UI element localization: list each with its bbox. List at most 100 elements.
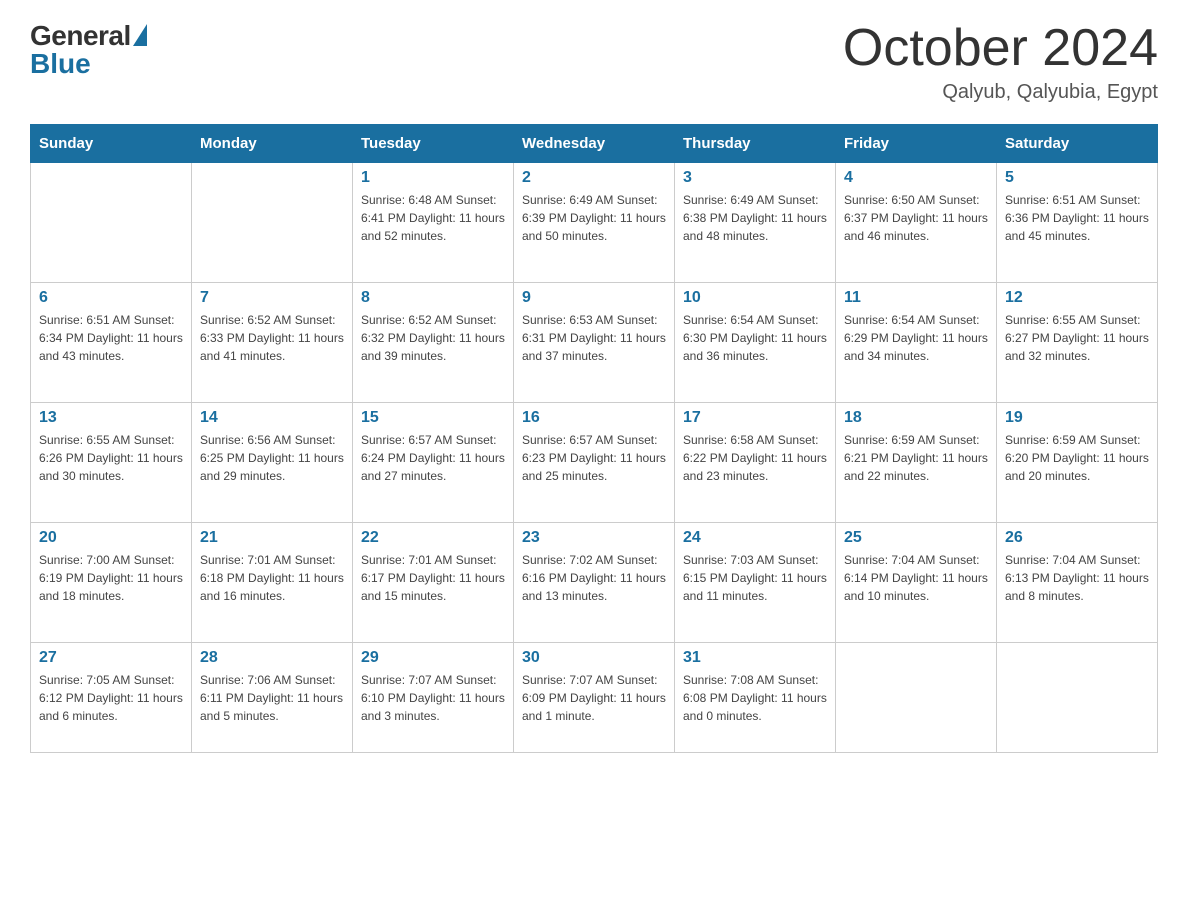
calendar-cell: 29Sunrise: 7:07 AM Sunset: 6:10 PM Dayli… xyxy=(353,643,514,753)
day-number: 25 xyxy=(844,529,988,547)
calendar-body: 1 Sunrise: 6:48 AM Sunset: 6:41 PM Daylig… xyxy=(31,163,1158,753)
calendar-cell: 16 Sunrise: 6:57 AM Sunset: 6:23 PM Dayli… xyxy=(514,403,675,523)
day-info: Sunrise: 6:52 AM Sunset: 6:33 PM Dayligh… xyxy=(200,311,344,365)
day-info: Sunrise: 7:00 AM Sunset: 6:19 PM Dayligh… xyxy=(39,551,183,605)
calendar-cell: 8Sunrise: 6:52 AM Sunset: 6:32 PM Daylig… xyxy=(353,283,514,403)
day-info: Sunrise: 6:49 AM Sunset: 6:39 PM Dayligh… xyxy=(522,191,666,245)
day-number: 11 xyxy=(844,289,988,307)
calendar-week-row: 6 Sunrise: 6:51 AM Sunset: 6:34 PM Daylig… xyxy=(31,283,1158,403)
calendar-week-row: 27 Sunrise: 7:05 AM Sunset: 6:12 PM Dayli… xyxy=(31,643,1158,753)
day-number: 26 xyxy=(1005,529,1149,547)
calendar-cell: 25Sunrise: 7:04 AM Sunset: 6:14 PM Dayli… xyxy=(836,523,997,643)
header-day-monday: Monday xyxy=(192,125,353,163)
day-info: Sunrise: 6:59 AM Sunset: 6:21 PM Dayligh… xyxy=(844,431,988,485)
day-info: Sunrise: 7:02 AM Sunset: 6:16 PM Dayligh… xyxy=(522,551,666,605)
calendar-cell: 30 Sunrise: 7:07 AM Sunset: 6:09 PM Dayli… xyxy=(514,643,675,753)
day-info: Sunrise: 6:56 AM Sunset: 6:25 PM Dayligh… xyxy=(200,431,344,485)
header-day-saturday: Saturday xyxy=(997,125,1158,163)
calendar-cell: 15Sunrise: 6:57 AM Sunset: 6:24 PM Dayli… xyxy=(353,403,514,523)
calendar-cell: 11 Sunrise: 6:54 AM Sunset: 6:29 PM Dayli… xyxy=(836,283,997,403)
day-number: 24 xyxy=(683,529,827,547)
day-number: 13 xyxy=(39,409,183,427)
calendar-cell: 19Sunrise: 6:59 AM Sunset: 6:20 PM Dayli… xyxy=(997,403,1158,523)
month-title: October 2024 xyxy=(843,20,1158,77)
calendar-cell: 23Sunrise: 7:02 AM Sunset: 6:16 PM Dayli… xyxy=(514,523,675,643)
day-info: Sunrise: 7:07 AM Sunset: 6:09 PM Dayligh… xyxy=(522,671,666,725)
logo: General Blue xyxy=(30,20,147,80)
calendar-cell: 27 Sunrise: 7:05 AM Sunset: 6:12 PM Dayli… xyxy=(31,643,192,753)
day-number: 30 xyxy=(522,649,666,667)
calendar-cell: 1 Sunrise: 6:48 AM Sunset: 6:41 PM Daylig… xyxy=(353,163,514,283)
header-row: SundayMondayTuesdayWednesdayThursdayFrid… xyxy=(31,125,1158,163)
day-number: 3 xyxy=(683,169,827,187)
calendar-cell: 12 Sunrise: 6:55 AM Sunset: 6:27 PM Dayli… xyxy=(997,283,1158,403)
day-info: Sunrise: 6:51 AM Sunset: 6:36 PM Dayligh… xyxy=(1005,191,1149,245)
day-number: 5 xyxy=(1005,169,1149,187)
day-number: 2 xyxy=(522,169,666,187)
calendar-cell: 6 Sunrise: 6:51 AM Sunset: 6:34 PM Daylig… xyxy=(31,283,192,403)
day-info: Sunrise: 6:58 AM Sunset: 6:22 PM Dayligh… xyxy=(683,431,827,485)
location-text: Qalyub, Qalyubia, Egypt xyxy=(843,81,1158,104)
day-info: Sunrise: 6:55 AM Sunset: 6:26 PM Dayligh… xyxy=(39,431,183,485)
calendar-cell: 26 Sunrise: 7:04 AM Sunset: 6:13 PM Dayli… xyxy=(997,523,1158,643)
logo-triangle-icon xyxy=(133,24,147,46)
day-info: Sunrise: 7:07 AM Sunset: 6:10 PM Dayligh… xyxy=(361,671,505,725)
day-info: Sunrise: 6:57 AM Sunset: 6:23 PM Dayligh… xyxy=(522,431,666,485)
logo-blue-text: Blue xyxy=(30,48,91,80)
header-day-tuesday: Tuesday xyxy=(353,125,514,163)
calendar-cell xyxy=(836,643,997,753)
calendar-cell: 18 Sunrise: 6:59 AM Sunset: 6:21 PM Dayli… xyxy=(836,403,997,523)
day-info: Sunrise: 7:06 AM Sunset: 6:11 PM Dayligh… xyxy=(200,671,344,725)
day-number: 27 xyxy=(39,649,183,667)
day-info: Sunrise: 6:53 AM Sunset: 6:31 PM Dayligh… xyxy=(522,311,666,365)
day-info: Sunrise: 6:55 AM Sunset: 6:27 PM Dayligh… xyxy=(1005,311,1149,365)
day-number: 9 xyxy=(522,289,666,307)
day-info: Sunrise: 7:01 AM Sunset: 6:18 PM Dayligh… xyxy=(200,551,344,605)
calendar-cell: 17 Sunrise: 6:58 AM Sunset: 6:22 PM Dayli… xyxy=(675,403,836,523)
calendar-cell: 28Sunrise: 7:06 AM Sunset: 6:11 PM Dayli… xyxy=(192,643,353,753)
day-number: 12 xyxy=(1005,289,1149,307)
calendar-cell: 13 Sunrise: 6:55 AM Sunset: 6:26 PM Dayli… xyxy=(31,403,192,523)
day-info: Sunrise: 7:03 AM Sunset: 6:15 PM Dayligh… xyxy=(683,551,827,605)
day-info: Sunrise: 6:48 AM Sunset: 6:41 PM Dayligh… xyxy=(361,191,505,245)
calendar-cell: 21 Sunrise: 7:01 AM Sunset: 6:18 PM Dayli… xyxy=(192,523,353,643)
day-info: Sunrise: 6:49 AM Sunset: 6:38 PM Dayligh… xyxy=(683,191,827,245)
calendar-week-row: 1 Sunrise: 6:48 AM Sunset: 6:41 PM Daylig… xyxy=(31,163,1158,283)
calendar-week-row: 13 Sunrise: 6:55 AM Sunset: 6:26 PM Dayli… xyxy=(31,403,1158,523)
day-info: Sunrise: 6:51 AM Sunset: 6:34 PM Dayligh… xyxy=(39,311,183,365)
day-number: 6 xyxy=(39,289,183,307)
day-number: 14 xyxy=(200,409,344,427)
calendar-cell: 14 Sunrise: 6:56 AM Sunset: 6:25 PM Dayli… xyxy=(192,403,353,523)
day-number: 19 xyxy=(1005,409,1149,427)
title-section: October 2024 Qalyub, Qalyubia, Egypt xyxy=(843,20,1158,104)
day-number: 4 xyxy=(844,169,988,187)
calendar-cell xyxy=(997,643,1158,753)
day-number: 15 xyxy=(361,409,505,427)
day-number: 1 xyxy=(361,169,505,187)
calendar-header: SundayMondayTuesdayWednesdayThursdayFrid… xyxy=(31,125,1158,163)
day-info: Sunrise: 6:54 AM Sunset: 6:30 PM Dayligh… xyxy=(683,311,827,365)
day-number: 31 xyxy=(683,649,827,667)
day-number: 18 xyxy=(844,409,988,427)
day-number: 21 xyxy=(200,529,344,547)
day-info: Sunrise: 6:52 AM Sunset: 6:32 PM Dayligh… xyxy=(361,311,505,365)
header-day-wednesday: Wednesday xyxy=(514,125,675,163)
calendar-table: SundayMondayTuesdayWednesdayThursdayFrid… xyxy=(30,124,1158,753)
day-number: 20 xyxy=(39,529,183,547)
calendar-cell: 10Sunrise: 6:54 AM Sunset: 6:30 PM Dayli… xyxy=(675,283,836,403)
calendar-cell: 3 Sunrise: 6:49 AM Sunset: 6:38 PM Daylig… xyxy=(675,163,836,283)
day-info: Sunrise: 7:05 AM Sunset: 6:12 PM Dayligh… xyxy=(39,671,183,725)
day-info: Sunrise: 7:08 AM Sunset: 6:08 PM Dayligh… xyxy=(683,671,827,725)
day-info: Sunrise: 7:04 AM Sunset: 6:13 PM Dayligh… xyxy=(1005,551,1149,605)
calendar-cell: 20 Sunrise: 7:00 AM Sunset: 6:19 PM Dayli… xyxy=(31,523,192,643)
day-info: Sunrise: 6:50 AM Sunset: 6:37 PM Dayligh… xyxy=(844,191,988,245)
header-day-thursday: Thursday xyxy=(675,125,836,163)
day-number: 17 xyxy=(683,409,827,427)
day-info: Sunrise: 6:54 AM Sunset: 6:29 PM Dayligh… xyxy=(844,311,988,365)
header-day-friday: Friday xyxy=(836,125,997,163)
day-number: 16 xyxy=(522,409,666,427)
calendar-cell: 24 Sunrise: 7:03 AM Sunset: 6:15 PM Dayli… xyxy=(675,523,836,643)
calendar-cell xyxy=(192,163,353,283)
calendar-cell: 22Sunrise: 7:01 AM Sunset: 6:17 PM Dayli… xyxy=(353,523,514,643)
calendar-cell: 7Sunrise: 6:52 AM Sunset: 6:33 PM Daylig… xyxy=(192,283,353,403)
